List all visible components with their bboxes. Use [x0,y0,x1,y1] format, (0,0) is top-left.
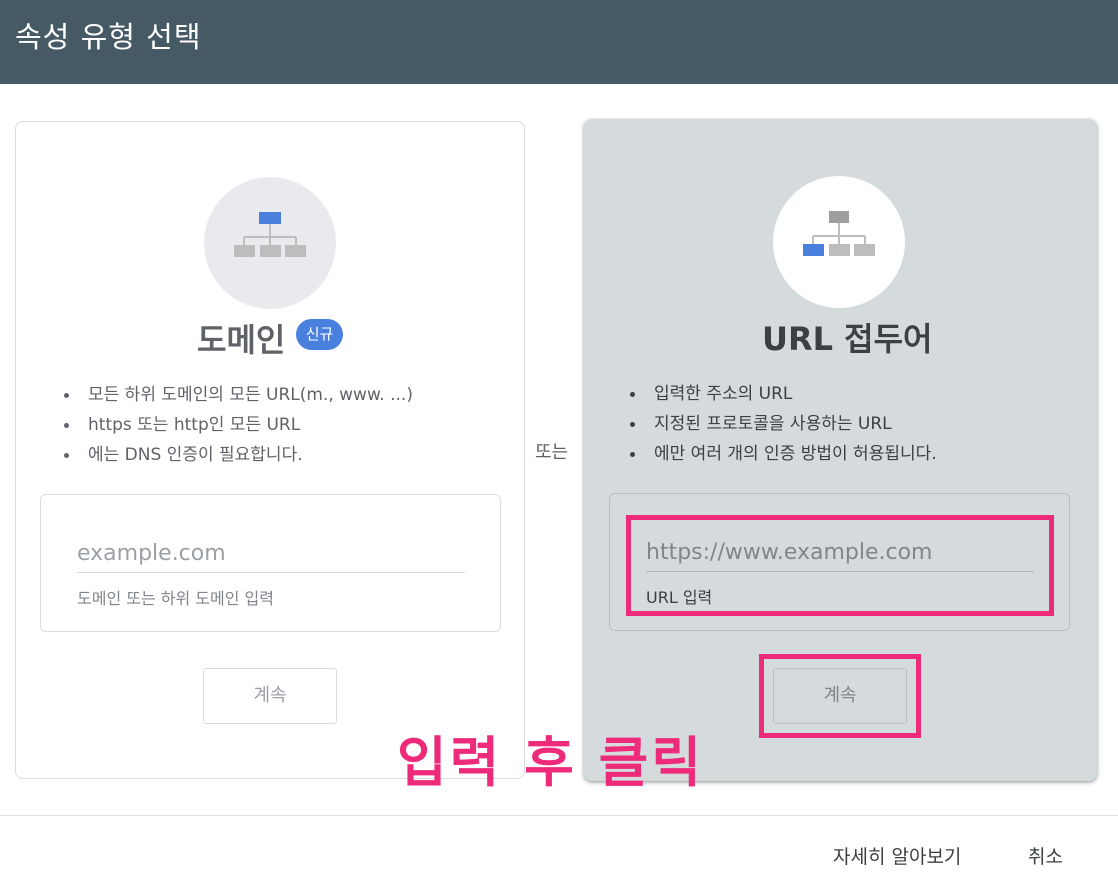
url-continue-button[interactable]: 계속 [773,668,907,724]
url-input[interactable] [646,534,1034,572]
list-item: 에만 여러 개의 인증 방법이 허용됩니다. [626,439,937,469]
url-input-helper: URL 입력 [646,588,713,607]
domain-feature-list: 모든 하위 도메인의 모든 URL(m., www. ...) https 또는… [60,380,413,470]
list-item: https 또는 http인 모든 URL [60,410,413,440]
url-feature-list: 입력한 주소의 URL 지정된 프로토콜을 사용하는 URL 에만 여러 개의 … [626,379,937,469]
domain-continue-button[interactable]: 계속 [203,668,337,724]
url-icon-circle [773,176,905,308]
url-card-title: URL 접두어 [762,320,933,358]
sitemap-leaf-node-icon [803,211,875,256]
domain-property-card[interactable]: 도메인 신규 모든 하위 도메인의 모든 URL(m., www. ...) h… [15,121,525,779]
instruction-annotation: 입력 후 클릭 [397,731,704,794]
sitemap-top-node-icon [234,212,306,257]
domain-input-container: 도메인 또는 하위 도메인 입력 [40,494,501,632]
domain-card-title: 도메인 [197,321,286,359]
url-input-container: URL 입력 [609,493,1070,631]
domain-input-helper: 도메인 또는 하위 도메인 입력 [77,589,274,608]
or-divider-label: 또는 [535,442,569,463]
dialog-title: 속성 유형 선택 [15,20,202,54]
list-item: 모든 하위 도메인의 모든 URL(m., www. ...) [60,380,413,410]
domain-input[interactable] [77,535,465,573]
list-item: 에는 DNS 인증이 필요합니다. [60,440,413,470]
list-item: 지정된 프로토콜을 사용하는 URL [626,409,937,439]
dialog-header: 속성 유형 선택 [0,0,1118,84]
learn-more-link[interactable]: 자세히 알아보기 [833,842,961,869]
url-prefix-property-card[interactable]: URL 접두어 입력한 주소의 URL 지정된 프로토콜을 사용하는 URL 에… [584,119,1097,781]
cancel-button[interactable]: 취소 [1028,842,1063,869]
new-badge: 신규 [296,319,343,350]
footer-divider [0,815,1118,816]
list-item: 입력한 주소의 URL [626,379,937,409]
domain-icon-circle [204,177,336,309]
